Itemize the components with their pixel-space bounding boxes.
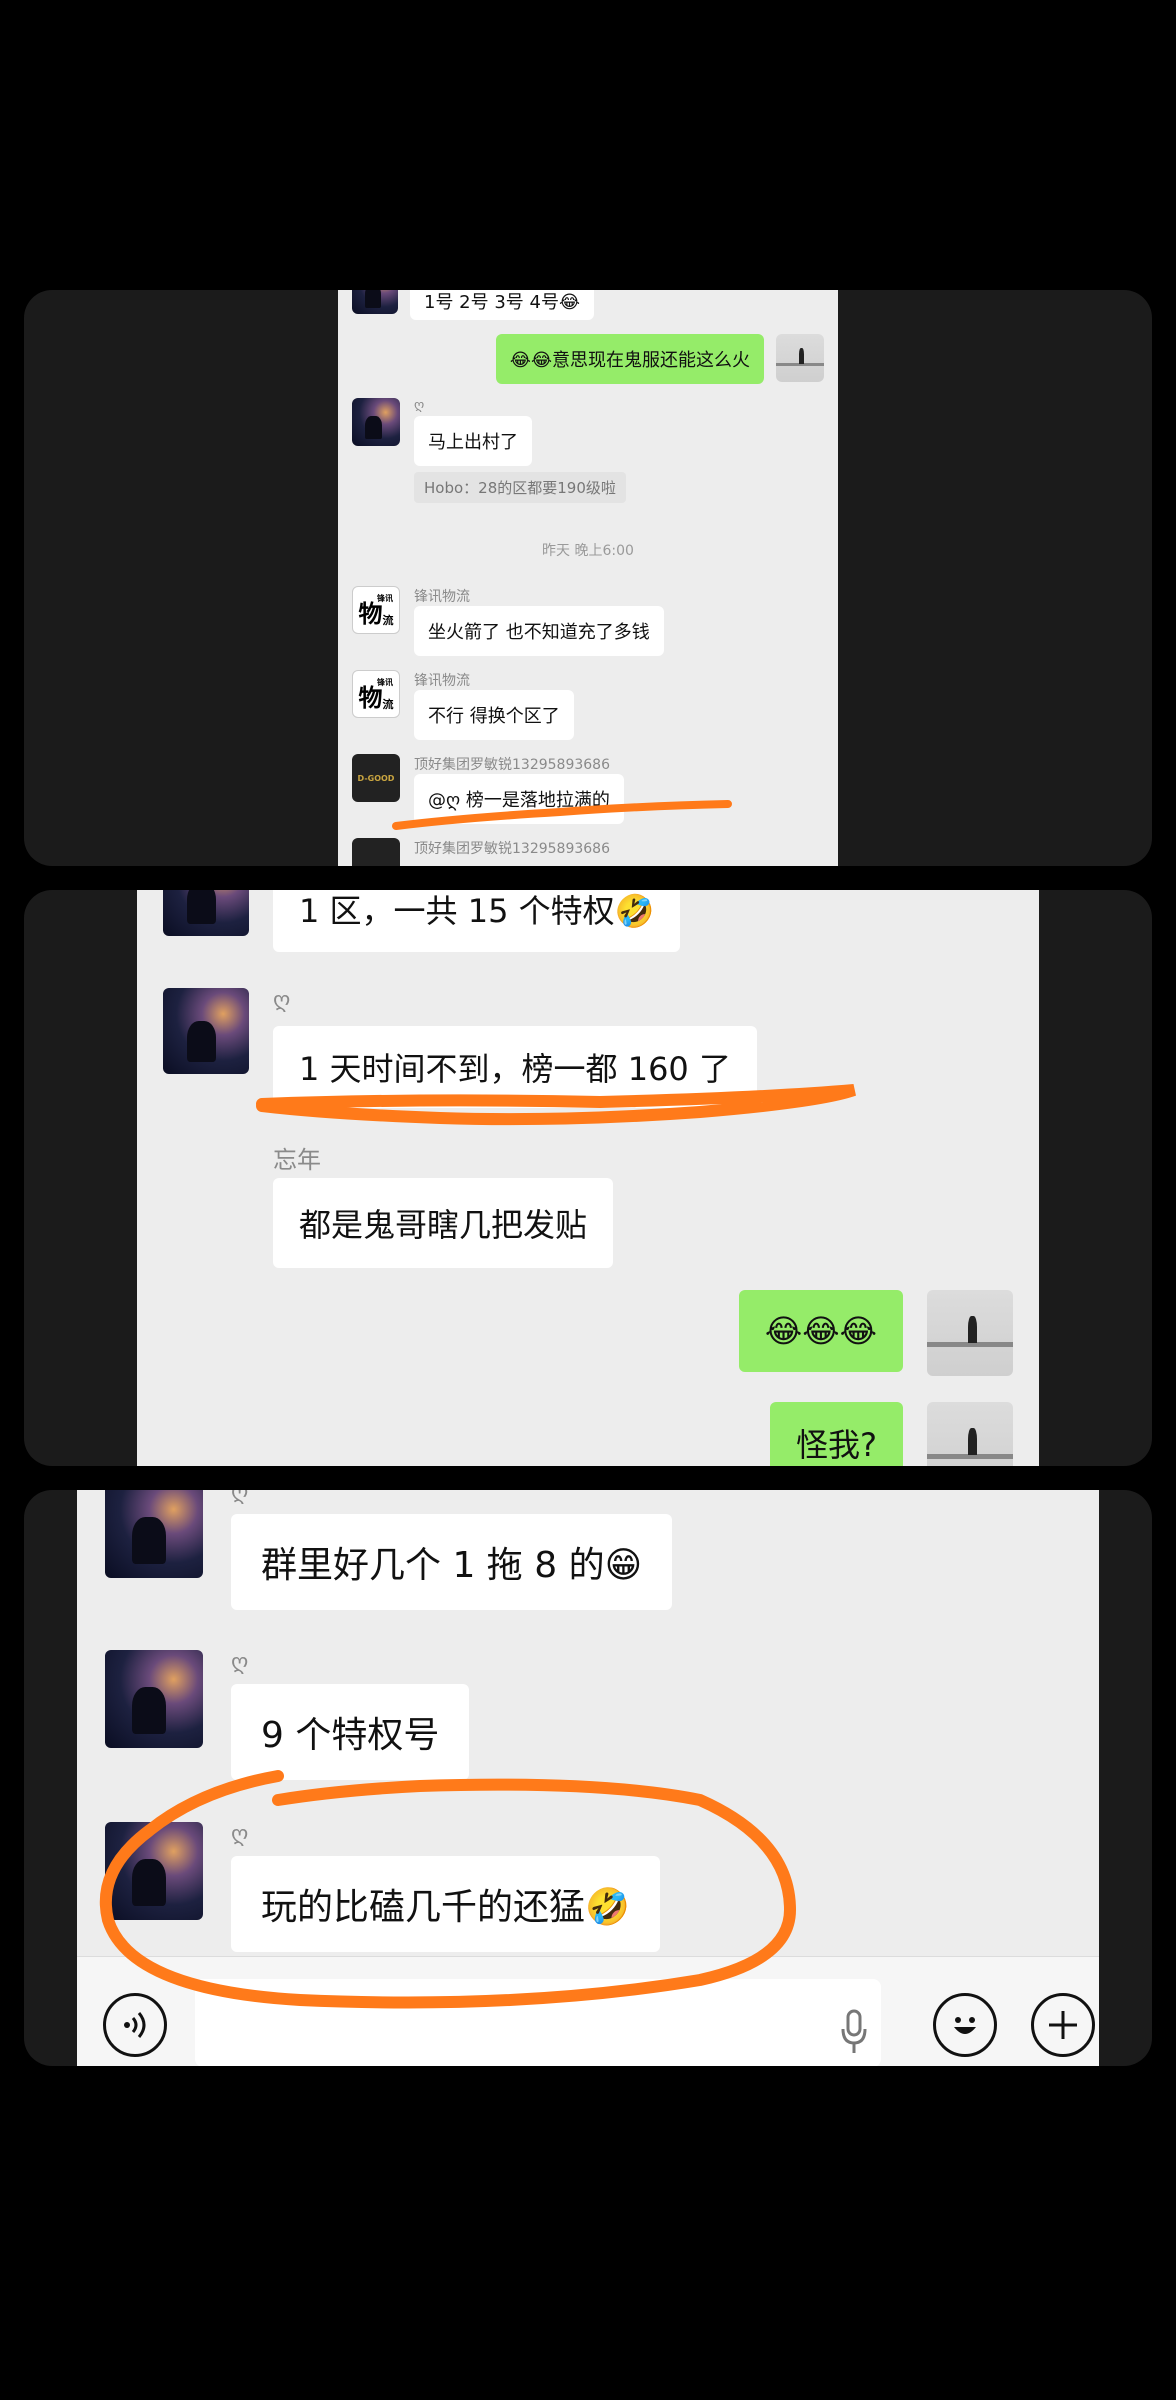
my-message: 😂😂意思现在鬼服还能这么火 [495,334,824,384]
my-avatar [776,334,824,382]
voice-icon[interactable] [103,1993,167,2057]
sender-name: 顶好集团罗敏锐13295893686 [414,757,610,773]
sender-name: 忘年 [273,1146,321,1174]
emoji-icon[interactable] [933,1993,997,2057]
message-bubble: @ღ 榜一是落地拉满的 [414,774,624,824]
avatar-fengxun: 锋讯 物流 [352,586,400,634]
message-switch: 锋讯 物流 锋讯物流 不行 得换个区了 [352,670,574,740]
message-leave: ღ 马上出村了 Hobo：28的区都要190级啦 [352,398,626,503]
message-bubble: 群里好几个 1 拖 8 的😁 [231,1514,673,1610]
avatar-fengxun: 锋讯 物流 [352,670,400,718]
message-rocket: 锋讯 物流 锋讯物流 坐火箭了 也不知道充了多钱 [352,586,664,656]
sender-name: 顶好集团罗敏锐13295893686 [414,841,610,857]
avatar-dgood: D-GOOD [352,754,400,802]
message-play: ღ 玩的比磕几千的还猛🤣 [105,1822,660,1952]
my-message-emoji: 😂😂😂 [738,1290,1013,1376]
plus-icon[interactable] [1031,1993,1095,2057]
quoted-message: Hobo：28的区都要190级啦 [414,472,626,503]
sender-name: 锋讯物流 [414,589,470,605]
avatar-text: 流 [382,614,394,627]
my-avatar [927,1290,1013,1376]
message-nine: ღ 9 个特权号 [105,1650,470,1780]
screenshot-panel-2: 1 区，一共 15 个特权🤣 ღ 1 天时间不到，榜一都 160 了 忘年 都是… [24,890,1152,1466]
avatar [163,988,249,1074]
message-bubble: 玩的比磕几千的还猛🤣 [231,1856,660,1952]
message-bubble: 1号 2号 3号 4号😂 [410,290,595,320]
avatar [163,890,249,936]
timestamp: 昨天 晚上6:00 [542,543,634,559]
sender-name: ღ [231,1650,249,1675]
my-message-bubble: 😂😂意思现在鬼服还能这么火 [495,334,764,384]
avatar [105,1822,203,1920]
sender-name: ღ [273,988,291,1013]
message-partial: 1 区，一共 15 个特权🤣 [163,890,681,952]
message-input[interactable] [195,1979,881,2066]
message-rank: D-GOOD 顶好集团罗敏锐13295893686 @ღ 榜一是落地拉满的 [352,754,624,824]
message-group: ღ 群里好几个 1 拖 8 的😁 [105,1490,673,1610]
my-message-bubble: 😂😂😂 [738,1290,903,1372]
input-toolbar [77,1956,1099,2066]
screenshot-panel-1: 1号 2号 3号 4号😂 😂😂意思现在鬼服还能这么火 ღ 马上出村了 Hobo：… [24,290,1152,866]
chat-view-3: ღ 群里好几个 1 拖 8 的😁 ღ 9 个特权号 ღ 玩的比磕几千的还猛🤣 [77,1490,1099,2066]
screenshot-panel-3: ღ 群里好几个 1 拖 8 的😁 ღ 9 个特权号 ღ 玩的比磕几千的还猛🤣 [24,1490,1152,2066]
message-bubble: 1 天时间不到，榜一都 160 了 [273,1026,757,1108]
avatar [352,290,398,314]
avatar-text: 物 [358,599,383,628]
sender-name: 锋讯物流 [414,673,470,689]
my-message-bubble: 怪我? [770,1402,903,1466]
message-bubble: 不行 得换个区了 [414,690,574,740]
chat-view-1: 1号 2号 3号 4号😂 😂😂意思现在鬼服还能这么火 ღ 马上出村了 Hobo：… [338,290,838,866]
avatar [352,398,400,446]
message-bubble: 9 个特权号 [231,1684,470,1780]
message-day: ღ 1 天时间不到，榜一都 160 了 [163,988,757,1108]
my-avatar [927,1402,1013,1466]
avatar [105,1650,203,1748]
my-message-blame: 怪我? [770,1402,1013,1466]
avatar-dgood [352,838,400,866]
message-bubble: 1 区，一共 15 个特权🤣 [273,890,681,952]
avatar [105,1490,203,1578]
sender-name: ღ [414,398,425,413]
sender-name: ღ [231,1822,249,1847]
message-bubble: 马上出村了 [414,416,532,466]
logo-text: D-GOOD [357,773,395,783]
avatar-text: 流 [382,698,394,711]
message-bubble: 坐火箭了 也不知道充了多钱 [414,606,664,656]
message-partial: 1号 2号 3号 4号😂 [352,290,595,320]
message-ghost: 忘年 都是鬼哥瞎几把发贴 [273,1140,614,1268]
chat-view-2: 1 区，一共 15 个特权🤣 ღ 1 天时间不到，榜一都 160 了 忘年 都是… [137,890,1039,1466]
message-bubble: 都是鬼哥瞎几把发贴 [273,1178,614,1268]
sender-name: ღ [231,1490,249,1505]
message-partial-bottom: 顶好集团罗敏锐13295893686 [352,838,610,866]
mic-icon[interactable] [839,2009,869,2055]
avatar-text: 物 [358,683,383,712]
